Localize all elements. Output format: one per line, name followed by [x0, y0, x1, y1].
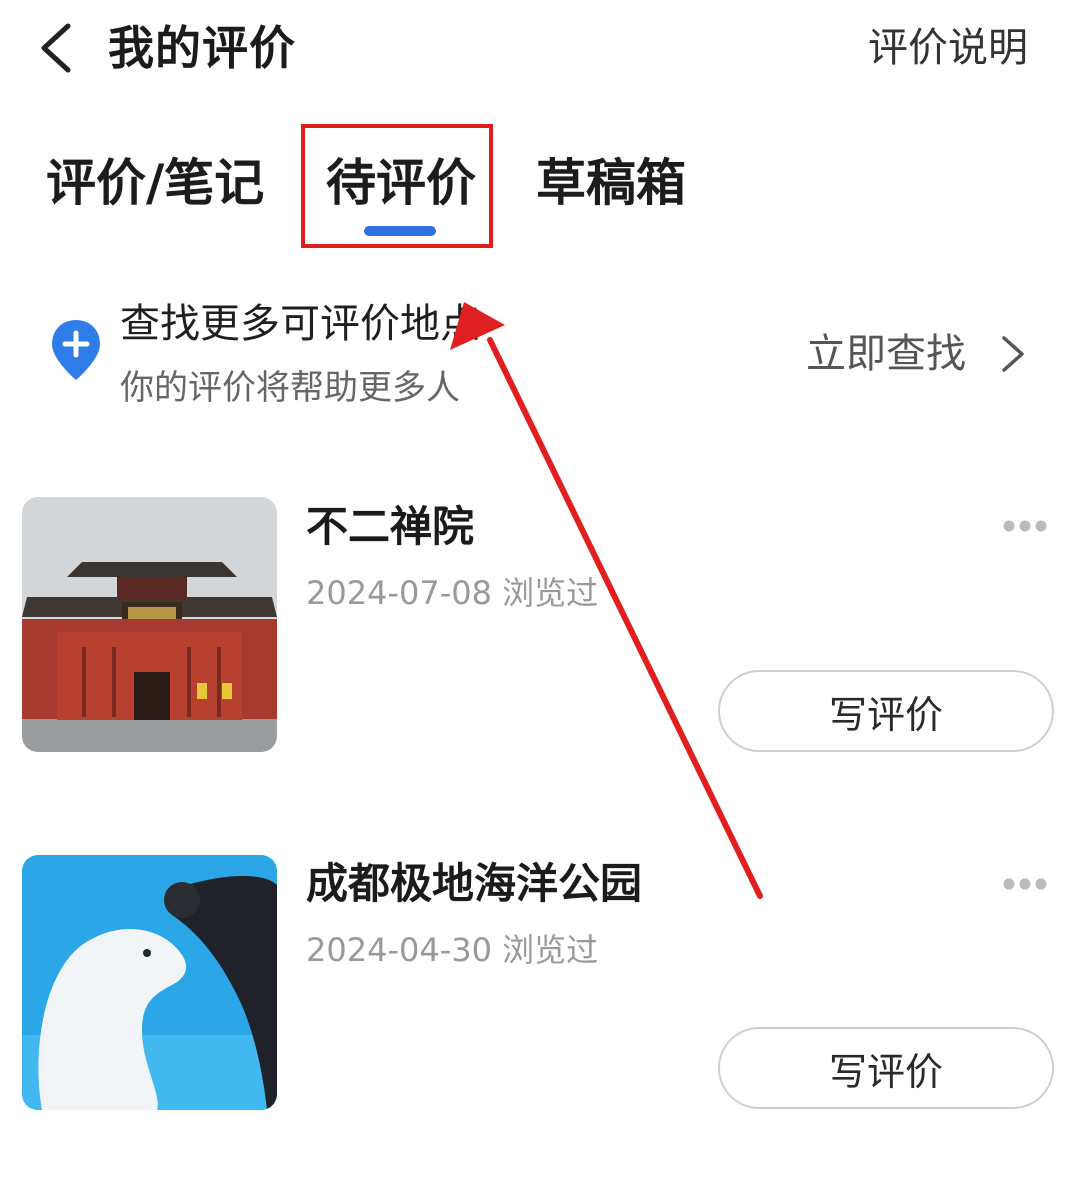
page-title: 我的评价 [108, 21, 296, 75]
place-name[interactable]: 成都极地海洋公园 [306, 855, 642, 913]
location-plus-icon [52, 320, 100, 380]
chevron-right-icon[interactable] [994, 334, 1030, 374]
place-name[interactable]: 不二禅院 [306, 498, 474, 556]
find-now-link[interactable]: 立即查找 [806, 326, 966, 382]
beluga-photo[interactable] [22, 855, 277, 1110]
browse-date: 2024-07-08 浏览过 [306, 574, 599, 612]
write-review-button[interactable]: 写评价 [718, 1027, 1054, 1109]
write-review-button[interactable]: 写评价 [718, 670, 1054, 752]
more-options-icon[interactable] [1000, 877, 1050, 891]
temple-photo[interactable] [22, 497, 277, 752]
tab-reviews-notes[interactable]: 评价/笔记 [46, 148, 264, 218]
tab-drafts[interactable]: 草稿箱 [536, 148, 686, 218]
back-arrow-icon[interactable] [30, 18, 90, 78]
find-more-subtitle: 你的评价将帮助更多人 [120, 368, 460, 408]
more-options-icon[interactable] [1000, 519, 1050, 533]
annotation-highlight-box [301, 124, 493, 248]
browse-date: 2024-04-30 浏览过 [306, 931, 599, 969]
find-more-title: 查找更多可评价地点 [120, 301, 480, 347]
review-guide-link[interactable]: 评价说明 [868, 22, 1028, 74]
